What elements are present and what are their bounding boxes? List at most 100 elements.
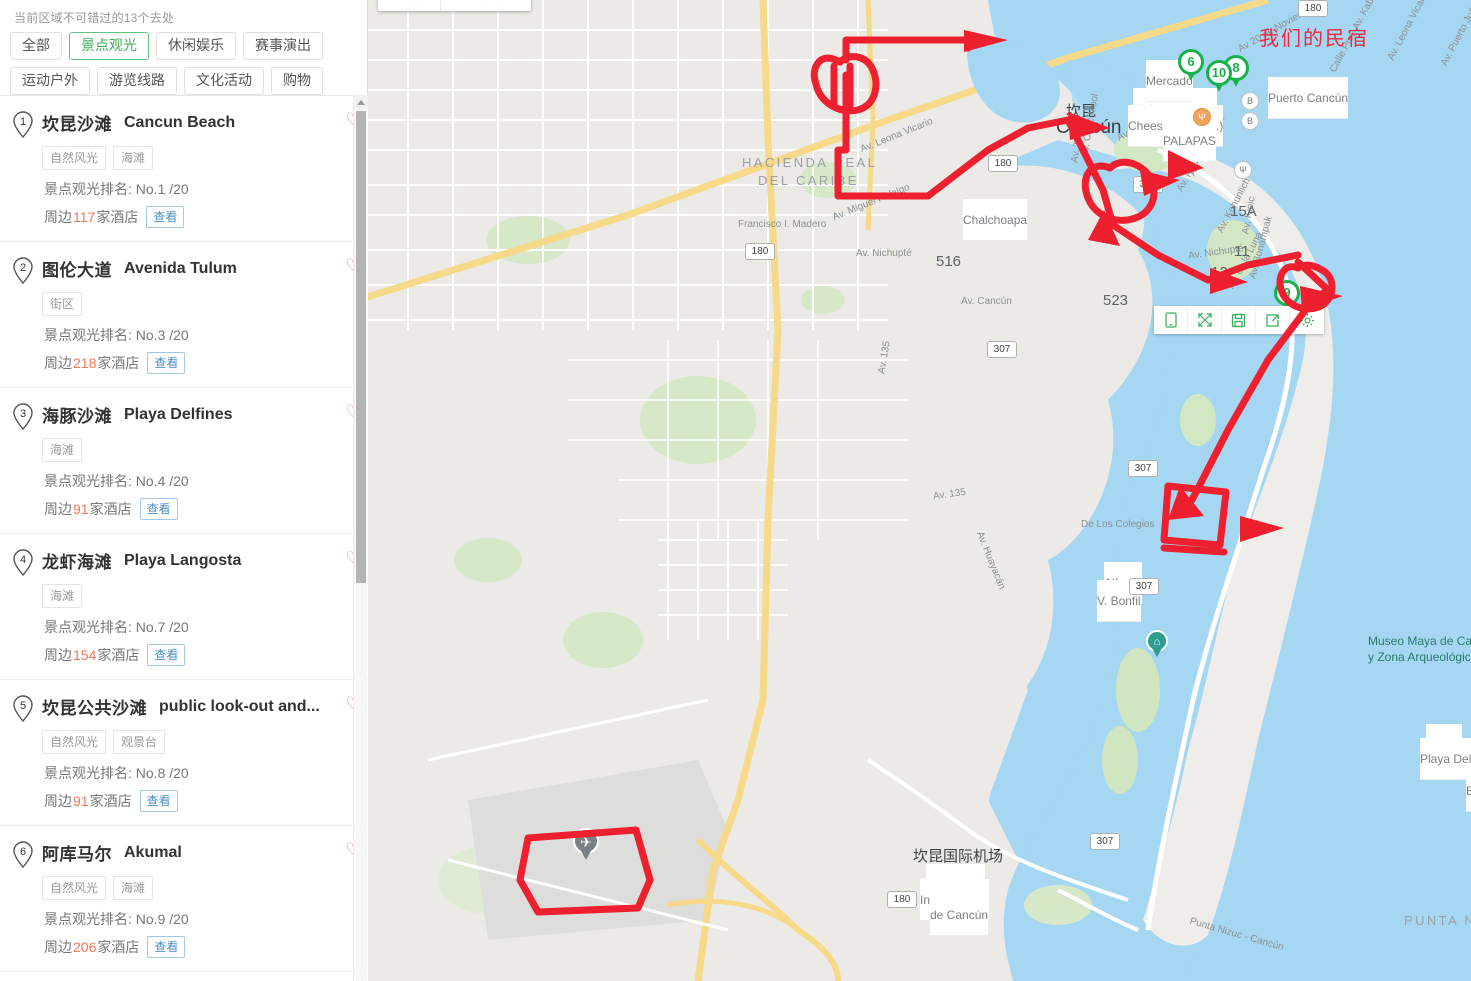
attraction-header: 5坎昆公共沙滩public look-out and...♡ xyxy=(0,694,368,723)
view-hotels-button[interactable]: 查看 xyxy=(147,352,186,374)
attraction-tag: 海滩 xyxy=(42,584,83,608)
attraction-item[interactable]: 5坎昆公共沙滩public look-out and...♡自然风光观景台景点观… xyxy=(0,680,368,826)
map-action-toolbar[interactable] xyxy=(1154,306,1324,334)
map-poi-icon[interactable]: B xyxy=(1241,112,1259,130)
share-icon[interactable] xyxy=(1256,306,1290,334)
attraction-tags: 海滩 xyxy=(42,584,368,608)
hotels-prefix: 周边 xyxy=(44,209,72,225)
panel-title: 当前区域不可错过的13个去处 xyxy=(14,11,175,25)
nearby-hotels: 周边 154 家酒店 查看 xyxy=(44,644,368,666)
attraction-name-en: Playa Langosta xyxy=(124,551,242,569)
attraction-item[interactable]: 7查克穆尔沙滩Playa Chac Mool♡海滩景点观光排名: No.11 /… xyxy=(0,972,368,981)
nearby-hotels: 周边 206 家酒店 查看 xyxy=(44,936,368,958)
route-shield: 307 xyxy=(1128,460,1158,477)
attraction-tag: 自然风光 xyxy=(42,146,107,170)
filter-chip-8[interactable]: 购物 xyxy=(271,67,323,95)
hotels-prefix: 周边 xyxy=(44,355,72,371)
hotels-suffix: 家酒店 xyxy=(97,647,140,663)
nearby-hotels: 周边 117 家酒店 查看 xyxy=(44,206,368,228)
hotels-count: 91 xyxy=(73,793,89,809)
svg-text:6: 6 xyxy=(20,846,26,858)
attraction-item[interactable]: 1坎昆沙滩Cancun Beach♡自然风光海滩景点观光排名: No.1 /20… xyxy=(0,96,368,242)
map-tab-2[interactable]: 卫星图像 xyxy=(441,0,531,11)
map-marker-6[interactable]: 6 xyxy=(1178,49,1204,83)
attraction-rank: 景点观光排名: No.8 /20 xyxy=(44,765,189,781)
map-type-tabs[interactable]: 地图卫星图像 xyxy=(378,0,531,11)
hotels-count: 218 xyxy=(73,355,97,371)
filter-chip-5[interactable]: 运动户外 xyxy=(10,67,90,95)
attractions-list[interactable]: 1坎昆沙滩Cancun Beach♡自然风光海滩景点观光排名: No.1 /20… xyxy=(0,95,368,981)
list-pin-icon: 3 xyxy=(12,403,34,431)
attractions-sidebar: 当前区域不可错过的13个去处 全部 景点观光 休闲娱乐 赛事演出 运动户外 游览线路 文化… xyxy=(0,0,368,981)
view-hotels-button[interactable]: 查看 xyxy=(146,206,185,228)
hotels-prefix: 周边 xyxy=(44,647,72,663)
attraction-tag: 海滩 xyxy=(42,438,83,462)
list-pin-icon: 1 xyxy=(12,111,34,139)
map-tab-1[interactable]: 地图 xyxy=(378,0,441,11)
list-pin-icon: 5 xyxy=(12,695,34,723)
sidebar-scrollbar[interactable] xyxy=(353,95,368,981)
hotels-suffix: 家酒店 xyxy=(96,209,139,225)
attraction-header: 3海豚沙滩Playa Delfines♡ xyxy=(0,402,368,431)
attraction-name-cn: 坎昆沙滩 xyxy=(42,115,112,134)
pin-tip xyxy=(580,849,592,860)
filter-chip-3[interactable]: 休闲娱乐 xyxy=(156,32,236,60)
hotels-prefix: 周边 xyxy=(44,793,72,809)
attraction-tags: 海滩 xyxy=(42,438,368,462)
filter-chip-6[interactable]: 游览线路 xyxy=(97,67,177,95)
fullscreen-icon[interactable] xyxy=(1188,306,1222,334)
attraction-header: 4龙虾海滩Playa Langosta♡ xyxy=(0,548,368,577)
svg-text:1: 1 xyxy=(20,116,26,128)
map-canvas[interactable]: 地图卫星图像 坎昆CancúnHACIENDA REALDEL CARIBECh… xyxy=(368,0,1471,981)
attraction-name-cn: 坎昆公共沙滩 xyxy=(42,699,147,718)
attraction-tags: 自然风光 观景台 xyxy=(42,730,368,754)
scrollbar-thumb[interactable] xyxy=(356,111,366,583)
map-basemap xyxy=(368,0,1471,981)
svg-text:4: 4 xyxy=(20,554,26,566)
filter-chip-4[interactable]: 赛事演出 xyxy=(243,32,323,60)
attraction-name-en: Playa Delfines xyxy=(124,405,233,423)
attraction-header: 1坎昆沙滩Cancun Beach♡ xyxy=(0,110,368,139)
attraction-name-en: Akumal xyxy=(124,843,182,861)
view-hotels-button[interactable]: 查看 xyxy=(147,936,186,958)
map-poi-icon[interactable]: B xyxy=(1241,92,1259,110)
mobile-icon[interactable] xyxy=(1154,306,1188,334)
attraction-name-cn: 海豚沙滩 xyxy=(42,407,112,426)
filter-chip-1[interactable]: 全部 xyxy=(10,32,62,60)
hotels-suffix: 家酒店 xyxy=(97,939,140,955)
view-hotels-button[interactable]: 查看 xyxy=(139,790,178,812)
view-hotels-button[interactable]: 查看 xyxy=(147,644,186,666)
attraction-item[interactable]: 4龙虾海滩Playa Langosta♡ 海滩景点观光排名: No.7 /20 周边… xyxy=(0,534,368,680)
airport-marker[interactable]: ✈ xyxy=(573,828,599,862)
attraction-titles: 图伦大道 Avenida Tulum xyxy=(34,256,338,281)
svg-text:3: 3 xyxy=(20,408,26,420)
map-marker-10[interactable]: 10 xyxy=(1206,60,1232,94)
save-icon[interactable] xyxy=(1222,306,1256,334)
museum-marker[interactable]: ⌂ xyxy=(1146,630,1168,659)
attraction-rank: 景点观光排名: No.7 /20 xyxy=(44,619,189,635)
view-hotels-button[interactable]: 查看 xyxy=(139,498,178,520)
attraction-item[interactable]: 3海豚沙滩Playa Delfines♡海滩景点观光排名: No.4 /20周边… xyxy=(0,388,368,534)
attraction-item[interactable]: 2图伦大道Avenida Tulum♡街区景点观光排名: No.3 /20周边 … xyxy=(0,242,368,388)
filter-row-1: 全部 景点观光 休闲娱乐 赛事演出 xyxy=(10,32,357,60)
attraction-tag: 街区 xyxy=(42,292,83,316)
route-shield: 180 xyxy=(1298,0,1328,17)
attraction-titles: 坎昆公共沙滩 public look-out and... xyxy=(34,694,338,719)
pin-tip xyxy=(1152,648,1162,657)
nearby-hotels: 周边 218 家酒店 查看 xyxy=(44,352,368,374)
gear-icon[interactable] xyxy=(1290,306,1324,334)
attraction-tags: 自然风光 海滩 xyxy=(42,876,368,900)
hotels-count: 91 xyxy=(73,501,89,517)
route-shield: 180 xyxy=(745,243,775,260)
route-shield: 307 xyxy=(1133,176,1163,193)
filter-chip-7[interactable]: 文化活动 xyxy=(184,67,264,95)
map-poi-icon[interactable]: Ψ xyxy=(1234,161,1252,179)
attraction-header: 6阿库马尔Akumal♡ xyxy=(0,840,368,869)
scroll-up-arrow-icon[interactable] xyxy=(354,95,368,109)
route-shield: 180 xyxy=(988,155,1018,172)
attraction-item[interactable]: 6阿库马尔Akumal♡自然风光海滩景点观光排名: No.9 /20周边 206… xyxy=(0,826,368,972)
attraction-titles: 阿库马尔 Akumal xyxy=(34,840,338,865)
route-shield: 307 xyxy=(1129,578,1159,595)
filter-chip-2[interactable]: 景点观光 xyxy=(69,32,149,60)
map-poi-icon[interactable]: Ψ xyxy=(1193,108,1211,126)
